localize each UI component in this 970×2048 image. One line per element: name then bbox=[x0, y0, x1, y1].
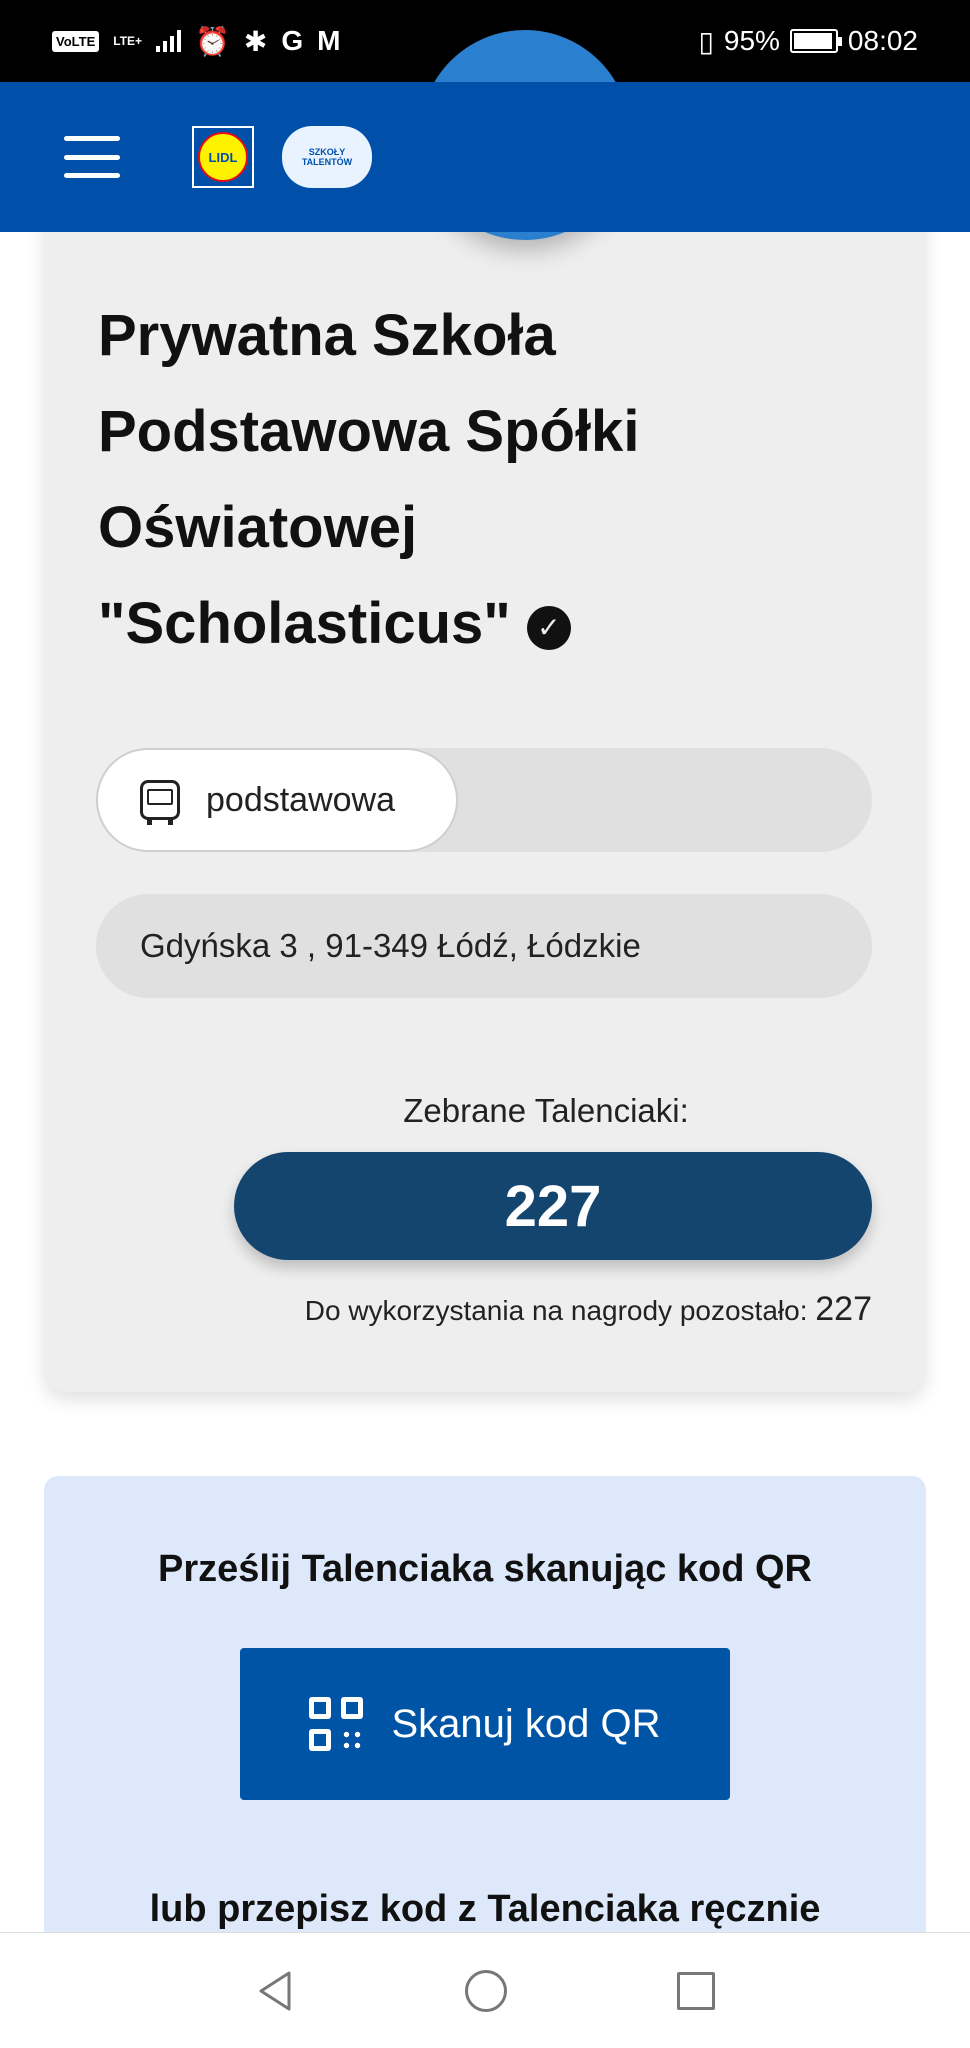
remaining-value: 227 bbox=[815, 1290, 872, 1328]
school-type-chip[interactable]: podstawowa bbox=[96, 748, 458, 852]
qr-card: Prześlij Talenciaka skanując kod QR Skan… bbox=[44, 1476, 926, 1956]
scan-qr-label: Skanuj kod QR bbox=[391, 1701, 661, 1746]
gmail-icon: M bbox=[317, 25, 341, 56]
campaign-logo-line1: SZKOŁY bbox=[308, 147, 346, 157]
manual-code-heading: lub przepisz kod z Talenciaka ręcznie bbox=[149, 1888, 821, 1930]
school-type-label: podstawowa bbox=[206, 780, 396, 819]
verified-icon: ✓ bbox=[526, 605, 571, 650]
volte-indicator: VoLTE bbox=[52, 30, 100, 52]
battery-icon bbox=[789, 29, 842, 53]
campaign-logo-line2: TALENTÓW bbox=[301, 157, 353, 167]
signal-icon bbox=[156, 30, 182, 52]
qr-heading: Prześlij Talenciaka skanując kod QR bbox=[157, 1548, 813, 1590]
home-icon[interactable] bbox=[465, 1969, 507, 2012]
alarm-icon: ⏰ bbox=[195, 25, 230, 57]
scan-qr-button[interactable]: Skanuj kod QR bbox=[240, 1648, 730, 1800]
status-left: VoLTE LTE+ ⏰ ✱ G M bbox=[52, 25, 340, 58]
school-type-track: podstawowa bbox=[96, 748, 872, 852]
status-right: ▯ 95% 08:02 bbox=[698, 25, 918, 58]
lidl-logo[interactable]: LIDL bbox=[192, 126, 254, 188]
battery-percent: 95% bbox=[723, 25, 780, 56]
remaining-points: Do wykorzystania na nagrody pozostało: 2… bbox=[305, 1290, 872, 1329]
menu-icon[interactable] bbox=[64, 136, 120, 178]
qr-code-icon bbox=[309, 1697, 364, 1751]
system-nav-bar bbox=[0, 1932, 970, 2048]
lidl-logo-text: LIDL bbox=[198, 132, 248, 182]
app-header: LIDL SZKOŁY TALENTÓW bbox=[0, 82, 970, 232]
back-icon[interactable] bbox=[255, 1969, 295, 2013]
clock: 08:02 bbox=[847, 25, 918, 56]
collected-label: Zebrane Talenciaki: bbox=[403, 1092, 689, 1129]
remaining-label: Do wykorzystania na nagrody pozostało: bbox=[304, 1295, 808, 1326]
school-name: Prywatna Szkoła Podstawowa Spółki Oświat… bbox=[98, 303, 640, 656]
recent-apps-icon[interactable] bbox=[677, 1971, 715, 2010]
school-name-block: Prywatna Szkoła Podstawowa Spółki Oświat… bbox=[98, 288, 818, 672]
network-type: LTE+ bbox=[113, 34, 143, 48]
google-icon: G bbox=[281, 25, 304, 56]
notification-icon: ✱ bbox=[243, 25, 268, 57]
bus-icon bbox=[140, 780, 180, 825]
vibrate-icon: ▯ bbox=[698, 25, 714, 57]
school-card: Prywatna Szkoła Podstawowa Spółki Oświat… bbox=[44, 30, 926, 1392]
school-address: Gdyńska 3 , 91-349 Łódź, Łódzkie bbox=[96, 894, 872, 998]
collected-points: 227 bbox=[234, 1152, 872, 1260]
campaign-logo[interactable]: SZKOŁY TALENTÓW bbox=[282, 126, 372, 188]
